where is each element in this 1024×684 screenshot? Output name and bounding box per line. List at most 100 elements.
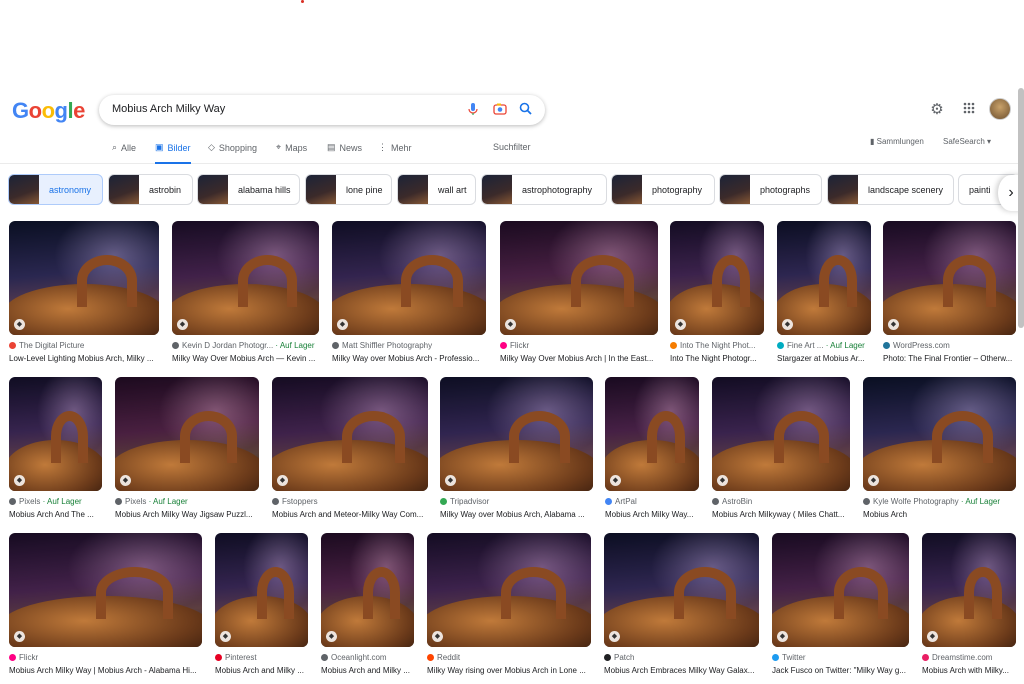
image-result[interactable]: ◆ Oceanlight.com Mobius Arch and Milky ... xyxy=(321,533,414,684)
collections-link[interactable]: ▮ Sammlungen xyxy=(870,137,924,146)
tab-shopping[interactable]: ◇ Shopping xyxy=(208,142,257,153)
result-caption[interactable]: Mobius Arch and Milky ... xyxy=(215,666,308,675)
result-thumbnail[interactable]: ◆ xyxy=(670,221,764,335)
result-source[interactable]: Matt Shiffler Photography xyxy=(332,341,486,350)
image-result[interactable]: ◆ Fine Art ... · Auf Lager Stargazer at Mo… xyxy=(777,221,871,379)
image-result[interactable]: ◆ Reddit Milky Way rising over Mobius Arch… xyxy=(427,533,591,684)
image-result[interactable]: ◆ AstroBin Mobius Arch Milkyway ( Miles Ch… xyxy=(712,377,850,535)
image-result[interactable]: ◆ The Digital Picture Low-Level Lighting M… xyxy=(9,221,159,379)
chip[interactable]: astrophotography xyxy=(481,174,607,205)
search-icon[interactable] xyxy=(517,102,533,118)
avatar[interactable] xyxy=(989,98,1011,120)
result-caption[interactable]: Milky Way Over Mobius Arch | In the East… xyxy=(500,354,658,363)
result-caption[interactable]: Mobius Arch and Meteor-Milky Way Com... xyxy=(272,510,428,519)
search-input[interactable]: Mobius Arch Milky Way xyxy=(112,103,225,115)
result-thumbnail[interactable]: ◆ xyxy=(172,221,319,335)
result-caption[interactable]: Mobius Arch xyxy=(863,510,1016,519)
tab-maps[interactable]: ⌖ Maps xyxy=(276,142,307,153)
result-caption[interactable]: Jack Fusco on Twitter: "Milky Way g... xyxy=(772,666,909,675)
chip[interactable]: astrobin xyxy=(108,174,193,205)
result-source[interactable]: AstroBin xyxy=(712,497,850,506)
image-result[interactable]: ◆ Flickr Mobius Arch Milky Way | Mobius Ar… xyxy=(9,533,202,684)
result-source[interactable]: Flickr xyxy=(9,653,202,662)
tab-mehr[interactable]: ⋮ Mehr xyxy=(378,142,412,153)
result-caption[interactable]: Milky Way rising over Mobius Arch in Lon… xyxy=(427,666,591,675)
result-source[interactable]: Flickr xyxy=(500,341,658,350)
tab-news[interactable]: ▤ News xyxy=(327,142,362,153)
result-source[interactable]: Pixels · Auf Lager xyxy=(115,497,259,506)
result-thumbnail[interactable]: ◆ xyxy=(9,533,202,647)
result-thumbnail[interactable]: ◆ xyxy=(863,377,1016,491)
image-result[interactable]: ◆ WordPress.com Photo: The Final Frontier … xyxy=(883,221,1016,379)
result-caption[interactable]: Stargazer at Mobius Ar... xyxy=(777,354,871,363)
scrollbar[interactable] xyxy=(1018,88,1024,328)
image-result[interactable]: ◆ Matt Shiffler Photography Milky Way over… xyxy=(332,221,486,379)
image-result[interactable]: ◆ Patch Mobius Arch Embraces Milky Way Gal… xyxy=(604,533,759,684)
result-thumbnail[interactable]: ◆ xyxy=(883,221,1016,335)
result-source[interactable]: Pinterest xyxy=(215,653,308,662)
result-caption[interactable]: Mobius Arch Embraces Milky Way Galax... xyxy=(604,666,759,675)
result-source[interactable]: WordPress.com xyxy=(883,341,1016,350)
google-logo[interactable]: Google xyxy=(12,98,85,124)
result-source[interactable]: Patch xyxy=(604,653,759,662)
result-source[interactable]: Oceanlight.com xyxy=(321,653,414,662)
image-result[interactable]: ◆ Into The Night Phot... Into The Night Ph… xyxy=(670,221,764,379)
result-caption[interactable]: Mobius Arch Milky Way Jigsaw Puzzl... xyxy=(115,510,259,519)
result-thumbnail[interactable]: ◆ xyxy=(332,221,486,335)
result-source[interactable]: Into The Night Phot... xyxy=(670,341,764,350)
result-thumbnail[interactable]: ◆ xyxy=(712,377,850,491)
result-thumbnail[interactable]: ◆ xyxy=(9,377,102,491)
result-thumbnail[interactable]: ◆ xyxy=(604,533,759,647)
result-caption[interactable]: Milky Way over Mobius Arch, Alabama ... xyxy=(440,510,593,519)
result-source[interactable]: Tripadvisor xyxy=(440,497,593,506)
result-thumbnail[interactable]: ◆ xyxy=(440,377,593,491)
image-result[interactable]: ◆ Kyle Wolfe Photography · Auf Lager Mobiu… xyxy=(863,377,1016,535)
chip[interactable]: astronomy xyxy=(8,174,103,205)
tab-bilder[interactable]: ▣ Bilder xyxy=(155,142,191,164)
result-source[interactable]: Kyle Wolfe Photography · Auf Lager xyxy=(863,497,1016,506)
result-thumbnail[interactable]: ◆ xyxy=(500,221,658,335)
tab-alle[interactable]: ⌕ Alle xyxy=(112,142,136,153)
result-source[interactable]: Reddit xyxy=(427,653,591,662)
result-source[interactable]: ArtPal xyxy=(605,497,699,506)
result-thumbnail[interactable]: ◆ xyxy=(922,533,1016,647)
result-source[interactable]: Fstoppers xyxy=(272,497,428,506)
result-caption[interactable]: Mobius Arch And The ... xyxy=(9,510,102,519)
result-source[interactable]: Kevin D Jordan Photogr... · Auf Lager xyxy=(172,341,319,350)
mic-icon[interactable] xyxy=(465,102,481,118)
result-source[interactable]: Fine Art ... · Auf Lager xyxy=(777,341,871,350)
image-result[interactable]: ◆ Twitter Jack Fusco on Twitter: "Milky Wa… xyxy=(772,533,909,684)
result-source[interactable]: Dreamstime.com xyxy=(922,653,1016,662)
result-caption[interactable]: Mobius Arch Milkyway ( Miles Chatt... xyxy=(712,510,850,519)
image-result[interactable]: ◆ ArtPal Mobius Arch Milky Way... xyxy=(605,377,699,535)
result-thumbnail[interactable]: ◆ xyxy=(9,221,159,335)
result-thumbnail[interactable]: ◆ xyxy=(321,533,414,647)
result-caption[interactable]: Milky Way over Mobius Arch - Professio..… xyxy=(332,354,486,363)
result-caption[interactable]: Low-Level Lighting Mobius Arch, Milky ..… xyxy=(9,354,159,363)
image-result[interactable]: ◆ Dreamstime.com Mobius Arch with Milky... xyxy=(922,533,1016,684)
image-result[interactable]: ◆ Flickr Milky Way Over Mobius Arch | In t… xyxy=(500,221,658,379)
result-caption[interactable]: Into The Night Photogr... xyxy=(670,354,764,363)
image-result[interactable]: ◆ Pixels · Auf Lager Mobius Arch Milky Way… xyxy=(115,377,259,535)
chip[interactable]: wall art xyxy=(397,174,476,205)
result-thumbnail[interactable]: ◆ xyxy=(272,377,428,491)
search-box[interactable]: Mobius Arch Milky Way xyxy=(99,95,545,125)
gear-icon[interactable]: ⚙ xyxy=(928,101,946,119)
result-caption[interactable]: Milky Way Over Mobius Arch — Kevin ... xyxy=(172,354,319,363)
result-caption[interactable]: Mobius Arch Milky Way... xyxy=(605,510,699,519)
image-result[interactable]: ◆ Pinterest Mobius Arch and Milky ... xyxy=(215,533,308,684)
result-thumbnail[interactable]: ◆ xyxy=(772,533,909,647)
apps-grid-icon[interactable] xyxy=(960,101,978,119)
image-result[interactable]: ◆ Kevin D Jordan Photogr... · Auf Lager Mi… xyxy=(172,221,319,379)
result-thumbnail[interactable]: ◆ xyxy=(605,377,699,491)
result-thumbnail[interactable]: ◆ xyxy=(115,377,259,491)
result-source[interactable]: Twitter xyxy=(772,653,909,662)
result-caption[interactable]: Mobius Arch with Milky... xyxy=(922,666,1016,675)
result-source[interactable]: Pixels · Auf Lager xyxy=(9,497,102,506)
result-thumbnail[interactable]: ◆ xyxy=(215,533,308,647)
result-caption[interactable]: Photo: The Final Frontier – Otherw... xyxy=(883,354,1016,363)
image-result[interactable]: ◆ Pixels · Auf Lager Mobius Arch And The .… xyxy=(9,377,102,535)
chip[interactable]: photography xyxy=(611,174,715,205)
result-caption[interactable]: Mobius Arch Milky Way | Mobius Arch - Al… xyxy=(9,666,202,675)
chip[interactable]: photographs xyxy=(719,174,822,205)
